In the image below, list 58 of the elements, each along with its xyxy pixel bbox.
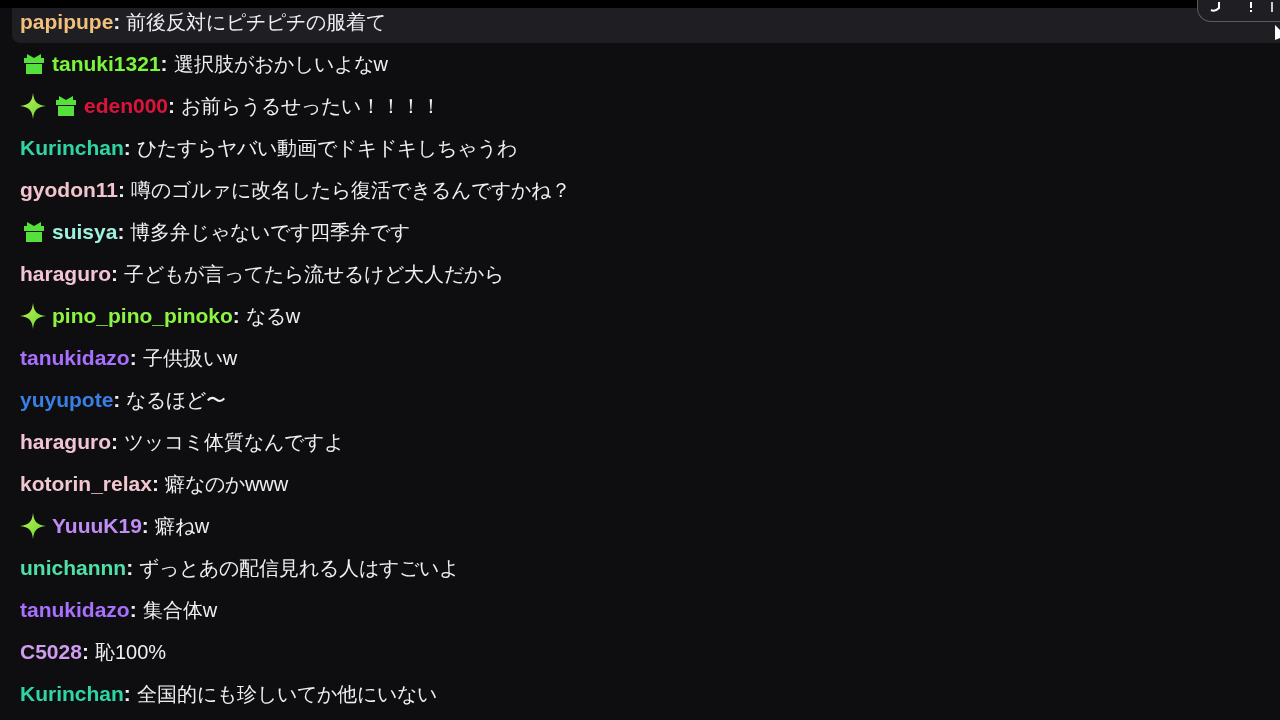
message-text: 癖ねw	[154, 514, 210, 539]
colon: :	[111, 261, 118, 288]
username[interactable]: haraguro	[20, 258, 111, 290]
message-text: お前らうるせったい！！！！	[181, 94, 442, 119]
message-text: 恥100%	[94, 640, 167, 665]
message-text: なるw	[245, 304, 301, 329]
sparkle-icon	[20, 303, 46, 329]
username[interactable]: yuyupote	[20, 384, 114, 416]
colon: :	[123, 681, 131, 708]
message-text: 全国的にも珍しいてか他にいない	[136, 682, 437, 707]
username[interactable]: haraguro	[20, 426, 111, 458]
message-text: 癖なのかwww	[164, 472, 289, 497]
message-text: なるほど〜	[126, 388, 227, 413]
message-text: 集合体w	[142, 598, 218, 623]
cursor-icon	[1275, 25, 1280, 40]
gift-icon	[56, 96, 76, 116]
colon: :	[129, 597, 137, 624]
gift-icon	[24, 222, 44, 242]
sparkle-icon	[20, 93, 46, 119]
gift-icon	[24, 54, 44, 74]
colon: :	[151, 471, 159, 498]
username[interactable]: gyodon11	[20, 174, 119, 206]
colon: :	[126, 555, 134, 582]
sparkle-icon	[20, 513, 46, 539]
colon: :	[129, 345, 137, 372]
colon: :	[141, 513, 149, 540]
colon: :	[117, 219, 125, 246]
username[interactable]: tanukidazo	[20, 342, 130, 374]
username[interactable]: kotorin_relax	[20, 468, 152, 500]
message-text: 子どもが言ってたら流せるけど大人だから	[124, 262, 504, 287]
username[interactable]: C5028	[20, 636, 82, 668]
message-text: ずっとあの配信見れる人はすごいよ	[139, 556, 460, 581]
message-text: 博多弁じゃないです四季弁です	[130, 220, 411, 245]
username[interactable]: suisya	[52, 216, 118, 248]
colon: :	[123, 135, 131, 162]
message-text: ツッコミ体質なんですよ	[124, 430, 344, 455]
username[interactable]: unichannn	[20, 552, 127, 584]
message-text: 噂のゴルァに改名したら復活できるんですかね？	[131, 178, 572, 203]
username[interactable]: tanuki1321	[52, 48, 161, 80]
colon: :	[168, 93, 176, 120]
username[interactable]: papipupe	[20, 6, 114, 38]
username[interactable]: Kurinchan	[20, 132, 124, 164]
message-text: 前後反対にピチピチの服着て	[126, 10, 387, 35]
message-text: 選択肢がおかしいよなw	[173, 52, 388, 77]
colon: :	[113, 387, 121, 414]
username[interactable]: eden000	[84, 90, 169, 122]
colon: :	[232, 303, 240, 330]
username[interactable]: Kurinchan	[20, 678, 124, 710]
colon: :	[118, 177, 126, 204]
colon: :	[113, 9, 121, 36]
colon: :	[81, 639, 89, 666]
message-text: 子供扱いw	[142, 346, 238, 371]
colon: :	[111, 429, 118, 456]
username[interactable]: tanukidazo	[20, 594, 130, 626]
username[interactable]: pino_pino_pinoko	[52, 300, 233, 332]
colon: :	[160, 51, 168, 78]
message-text: ひたすらヤバい動画でドキドキしちゃうわ	[136, 136, 517, 161]
username[interactable]: YuuuK19	[52, 510, 142, 542]
